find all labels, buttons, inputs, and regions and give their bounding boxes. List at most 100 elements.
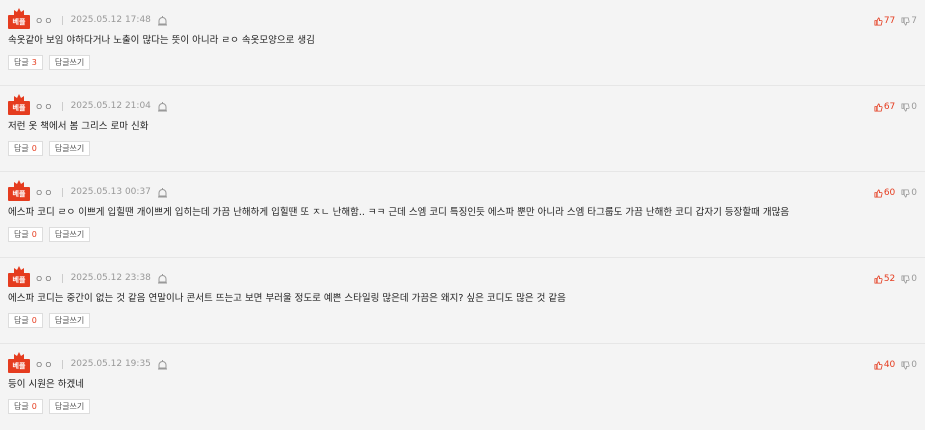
vote-group: 60 0 — [874, 188, 917, 198]
crown-icon — [14, 8, 24, 15]
comment-text: 속옷같아 보임 야하다거나 노출이 많다는 뜻이 아니라 ㄹㅇ 속옷모양으로 생… — [8, 35, 315, 46]
reply-label: 답글 — [14, 316, 29, 325]
upvote-count: 52 — [883, 274, 896, 284]
upvote-button[interactable]: 52 — [874, 274, 895, 284]
upvote-count: 40 — [883, 360, 896, 370]
write-reply-button[interactable]: 답글쓰기 — [48, 55, 91, 70]
reply-count-button[interactable]: 답글 0 — [8, 399, 43, 414]
downvote-button[interactable]: 0 — [901, 188, 917, 198]
reply-count: 0 — [31, 230, 37, 239]
upvote-button[interactable]: 67 — [874, 102, 895, 112]
downvote-count: 7 — [911, 16, 917, 26]
best-badge-label: 베플 — [12, 18, 26, 26]
comment-text: 등이 시원은 하겠네 — [8, 379, 84, 390]
write-reply-button[interactable]: 답글쓰기 — [48, 227, 91, 242]
comment-item: 베플 ㅇㅇ 2025.05.13 00:37 60 0 에스파 코디 ㄹㅇ 이쁘… — [0, 172, 925, 258]
best-badge: 베플 — [8, 266, 30, 287]
vote-group: 40 0 — [874, 360, 917, 370]
divider — [61, 359, 63, 369]
write-reply-button[interactable]: 답글쓰기 — [48, 141, 91, 156]
write-reply-button[interactable]: 답글쓰기 — [48, 399, 91, 414]
reply-label: 답글 — [14, 230, 29, 239]
write-reply-label: 답글쓰기 — [54, 58, 85, 67]
write-reply-label: 답글쓰기 — [54, 402, 85, 411]
report-icon[interactable] — [157, 101, 168, 112]
downvote-count: 0 — [911, 274, 917, 284]
author-name: ㅇㅇ — [35, 360, 54, 371]
downvote-button[interactable]: 0 — [901, 102, 917, 112]
comment-date: 2025.05.12 17:48 — [70, 15, 151, 25]
comment-item: 베플 ㅇㅇ 2025.05.12 19:35 40 0 등이 시원은 하겠네 답… — [0, 344, 925, 430]
downvote-count: 0 — [911, 360, 917, 370]
best-badge-label: 베플 — [12, 276, 26, 284]
reply-count: 0 — [31, 316, 37, 325]
report-icon[interactable] — [157, 359, 168, 370]
best-badge-label: 베플 — [12, 190, 26, 198]
report-icon[interactable] — [157, 273, 168, 284]
vote-group: 67 0 — [874, 102, 917, 112]
reply-count-button[interactable]: 답글 3 — [8, 55, 43, 70]
reply-count: 0 — [31, 144, 37, 153]
author-name: ㅇㅇ — [35, 16, 54, 27]
comment-meta: 베플 ㅇㅇ 2025.05.12 23:38 — [8, 266, 917, 288]
downvote-count: 0 — [911, 102, 917, 112]
upvote-button[interactable]: 40 — [874, 360, 895, 370]
downvote-count: 0 — [911, 188, 917, 198]
crown-icon — [14, 94, 24, 101]
reply-label: 답글 — [14, 144, 29, 153]
comment-actions: 답글 0 답글쓰기 — [8, 227, 917, 242]
author-name: ㅇㅇ — [35, 188, 54, 199]
comment-date: 2025.05.13 00:37 — [70, 187, 151, 197]
crown-icon — [14, 266, 24, 273]
divider — [61, 187, 63, 197]
reply-count-button[interactable]: 답글 0 — [8, 141, 43, 156]
comment-actions: 답글 0 답글쓰기 — [8, 313, 917, 328]
best-badge: 베플 — [8, 352, 30, 373]
divider — [61, 273, 63, 283]
best-badge-label: 베플 — [12, 362, 26, 370]
downvote-button[interactable]: 0 — [901, 360, 917, 370]
thumb-down-icon — [901, 102, 910, 112]
report-icon[interactable] — [157, 187, 168, 198]
comment-list: 베플 ㅇㅇ 2025.05.12 17:48 77 7 속옷같아 보임 야하다거… — [0, 0, 925, 430]
crown-icon — [14, 352, 24, 359]
comment-date: 2025.05.12 21:04 — [70, 101, 151, 111]
thumb-up-icon — [874, 102, 883, 112]
comment-date: 2025.05.12 23:38 — [70, 273, 151, 283]
crown-icon — [14, 180, 24, 187]
write-reply-label: 답글쓰기 — [54, 230, 85, 239]
reply-count: 3 — [31, 58, 37, 67]
downvote-button[interactable]: 0 — [901, 274, 917, 284]
write-reply-button[interactable]: 답글쓰기 — [48, 313, 91, 328]
upvote-count: 60 — [883, 188, 896, 198]
best-badge: 베플 — [8, 94, 30, 115]
comment-text: 저런 옷 책에서 봄 그리스 로마 신화 — [8, 121, 149, 132]
report-icon[interactable] — [157, 15, 168, 26]
write-reply-label: 답글쓰기 — [54, 144, 85, 153]
vote-group: 52 0 — [874, 274, 917, 284]
reply-count-button[interactable]: 답글 0 — [8, 313, 43, 328]
comment-meta: 베플 ㅇㅇ 2025.05.12 19:35 — [8, 352, 917, 374]
thumb-down-icon — [901, 188, 910, 198]
upvote-button[interactable]: 77 — [874, 16, 895, 26]
upvote-button[interactable]: 60 — [874, 188, 895, 198]
downvote-button[interactable]: 7 — [901, 16, 917, 26]
write-reply-label: 답글쓰기 — [54, 316, 85, 325]
divider — [61, 101, 63, 111]
thumb-up-icon — [874, 188, 883, 198]
reply-label: 답글 — [14, 58, 29, 67]
comment-actions: 답글 3 답글쓰기 — [8, 55, 917, 70]
thumb-up-icon — [874, 274, 883, 284]
upvote-count: 77 — [883, 16, 896, 26]
thumb-up-icon — [874, 360, 883, 370]
comment-item: 베플 ㅇㅇ 2025.05.12 17:48 77 7 속옷같아 보임 야하다거… — [0, 0, 925, 86]
author-name: ㅇㅇ — [35, 102, 54, 113]
comment-meta: 베플 ㅇㅇ 2025.05.12 17:48 — [8, 8, 917, 30]
comment-actions: 답글 0 답글쓰기 — [8, 141, 917, 156]
reply-count-button[interactable]: 답글 0 — [8, 227, 43, 242]
comment-item: 베플 ㅇㅇ 2025.05.12 23:38 52 0 에스파 코디는 중간이 … — [0, 258, 925, 344]
thumb-down-icon — [901, 274, 910, 284]
comment-text: 에스파 코디 ㄹㅇ 이쁘게 입힐땐 개이쁘게 입히는데 가끔 난해하게 입힐땐 … — [8, 207, 790, 218]
comment-item: 베플 ㅇㅇ 2025.05.12 21:04 67 0 저런 옷 책에서 봄 그… — [0, 86, 925, 172]
comment-text: 에스파 코디는 중간이 없는 것 같음 연말이나 콘서트 뜨는고 보면 부러울 … — [8, 293, 566, 304]
